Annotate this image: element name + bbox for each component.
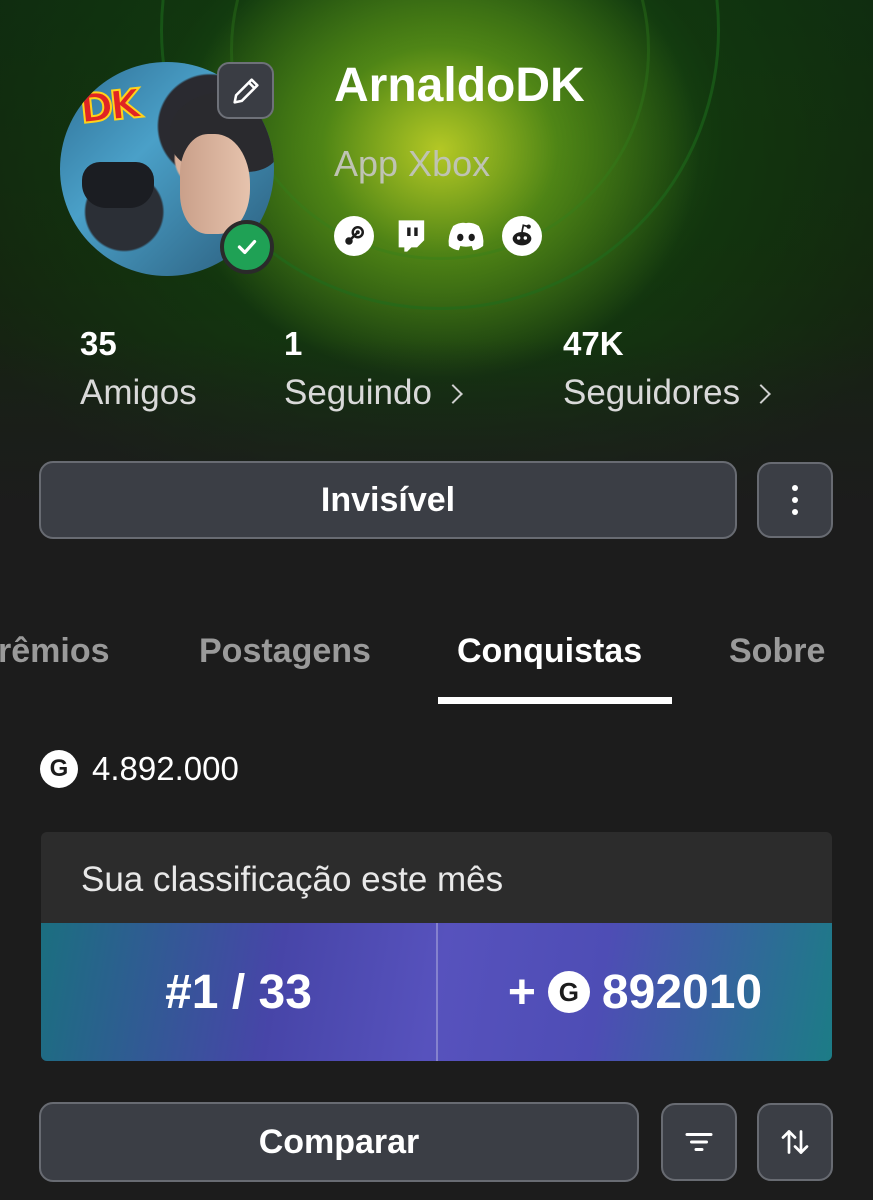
tab-conquistas[interactable]: Conquistas <box>457 632 642 671</box>
stat-following[interactable]: 1 Seguindo <box>284 325 463 413</box>
compare-label: Comparar <box>258 1122 420 1161</box>
pencil-icon <box>232 77 259 104</box>
more-options-button[interactable] <box>757 462 833 538</box>
friends-label: Amigos <box>80 373 197 412</box>
more-vertical-icon <box>792 485 798 515</box>
reddit-icon[interactable] <box>502 216 542 256</box>
gamerscore-total: G 4.892.000 <box>40 750 239 788</box>
monthly-ranking-card[interactable]: Sua classificação este mês #1 / 33 + G 8… <box>41 832 832 1061</box>
presence-status-button[interactable]: Invisível <box>39 461 737 539</box>
chevron-right-icon <box>443 384 463 404</box>
tab-sobre[interactable]: Sobre <box>729 632 825 671</box>
username: ArnaldoDK <box>334 59 585 112</box>
stat-friends[interactable]: 35 Amigos <box>80 325 197 413</box>
filter-icon <box>685 1133 713 1151</box>
edit-avatar-button[interactable] <box>217 62 274 119</box>
twitch-icon[interactable] <box>390 216 430 256</box>
compare-button[interactable]: Comparar <box>39 1102 639 1182</box>
presence-status-label: Invisível <box>320 480 456 519</box>
followers-count: 47K <box>563 325 624 362</box>
sort-button[interactable] <box>757 1103 833 1181</box>
following-label: Seguindo <box>284 373 432 412</box>
ranking-gain: + G 892010 <box>438 923 832 1061</box>
sort-icon <box>781 1130 809 1154</box>
checkmark-icon <box>237 239 257 255</box>
ranking-gain-prefix: + <box>507 965 536 1019</box>
chevron-right-icon <box>751 384 771 404</box>
ranking-gain-value: 892010 <box>601 965 763 1019</box>
avatar-face <box>180 134 250 234</box>
social-links <box>334 216 542 256</box>
ranking-position: #1 / 33 <box>165 965 312 1019</box>
followers-label: Seguidores <box>563 373 741 412</box>
ranking-title: Sua classificação este mês <box>81 860 504 899</box>
verified-badge <box>220 220 274 274</box>
tab-postagens[interactable]: Postagens <box>199 632 371 671</box>
filter-button[interactable] <box>661 1103 737 1181</box>
stat-followers[interactable]: 47K Seguidores <box>563 325 771 413</box>
profile-tabs: rêmios Postagens Conquistas Sobre <box>0 628 873 708</box>
profile-subtitle: App Xbox <box>334 143 491 184</box>
dk-logo: DK <box>77 80 142 134</box>
friends-count: 35 <box>80 325 117 362</box>
gamerscore-icon: G <box>547 971 590 1013</box>
gamerscore-value: 4.892.000 <box>92 750 239 787</box>
gamerscore-icon: G <box>40 750 78 788</box>
following-count: 1 <box>284 325 303 362</box>
active-tab-indicator <box>438 697 672 704</box>
tab-premios[interactable]: rêmios <box>0 632 110 671</box>
discord-icon[interactable] <box>446 216 486 256</box>
steam-icon[interactable] <box>334 216 374 256</box>
ranking-body: #1 / 33 + G 892010 <box>41 923 832 1061</box>
avatar-controller <box>82 162 154 208</box>
